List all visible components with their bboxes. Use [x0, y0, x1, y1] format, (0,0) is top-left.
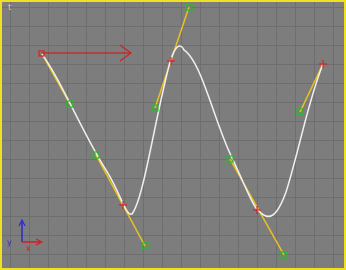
scene-canvas[interactable]: y x [2, 2, 346, 270]
axis-x-label: x [26, 244, 31, 253]
axis-y-label: y [7, 238, 12, 247]
viewport[interactable]: t y x [0, 0, 346, 270]
spline-vertices[interactable] [38, 50, 327, 214]
vertex-5[interactable] [319, 60, 327, 68]
axis-gizmo: y x [7, 218, 44, 253]
spline-curve[interactable] [41, 45, 324, 218]
vertex-3[interactable] [167, 57, 175, 65]
move-gizmo[interactable] [42, 44, 133, 62]
tangent-handles[interactable] [66, 3, 304, 259]
